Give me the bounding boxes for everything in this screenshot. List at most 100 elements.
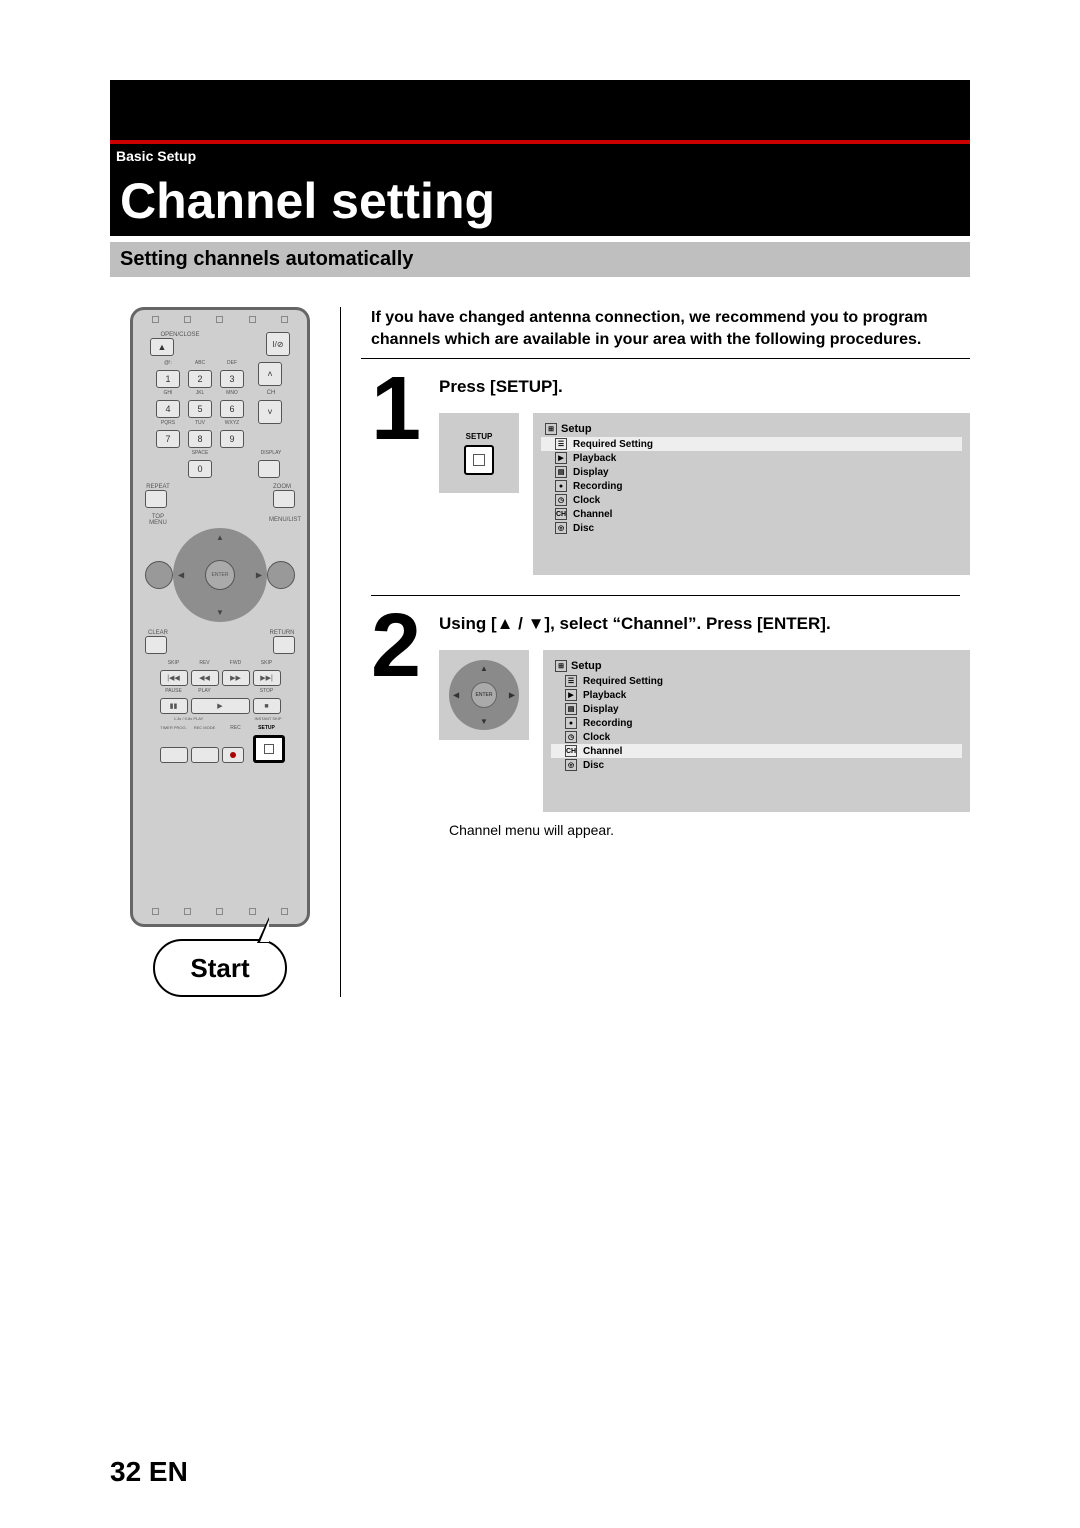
menu-item-disc: ◎Disc: [551, 758, 962, 772]
rec-mode-button[interactable]: [191, 747, 219, 763]
enter-mini-button: ENTER: [471, 682, 497, 708]
setup-button-illustration: SETUP: [439, 413, 519, 493]
menu-item-display: ▤Display: [551, 702, 962, 716]
menu-item-channel: CHChannel: [541, 507, 962, 521]
setup-mini-icon: [464, 445, 494, 475]
setup-header-icon: ⊞: [545, 423, 557, 435]
rec-icon: ●: [555, 480, 567, 492]
disc-icon: ◎: [555, 522, 567, 534]
menu-item-clock: ◷Clock: [551, 730, 962, 744]
step-1-title: Press [SETUP].: [439, 377, 970, 397]
ch-up-button[interactable]: ˄: [258, 362, 282, 386]
clear-button[interactable]: [145, 636, 167, 654]
clock-icon: ◷: [555, 494, 567, 506]
num-5-button[interactable]: 5: [188, 400, 212, 418]
stop-button[interactable]: ■: [253, 698, 281, 714]
num-3-button[interactable]: 3: [220, 370, 244, 388]
left-arrow-icon: ◀: [453, 691, 459, 700]
menu-item-channel-selected: CHChannel: [551, 744, 962, 758]
up-arrow-icon: ▲: [480, 664, 488, 673]
menu-item-playback: Playback: [551, 688, 962, 702]
num-9-button[interactable]: 9: [220, 430, 244, 448]
play-icon: [565, 689, 577, 701]
rec-button[interactable]: [222, 747, 244, 763]
skip-fwd-button[interactable]: ▶▶|: [253, 670, 281, 686]
step-2: 2 Using [▲ / ▼], select “Channel”. Press…: [361, 610, 970, 838]
ch-icon: CH: [555, 508, 567, 520]
num-8-button[interactable]: 8: [188, 430, 212, 448]
num-6-button[interactable]: 6: [220, 400, 244, 418]
return-button[interactable]: [273, 636, 295, 654]
pause-button[interactable]: ▮▮: [160, 698, 188, 714]
menu-item-required-setting: ☰Required Setting: [541, 437, 962, 451]
page-title: Channel setting: [110, 170, 970, 236]
up-arrow-icon: ▲: [216, 533, 224, 542]
fwd-button[interactable]: ▶▶: [222, 670, 250, 686]
setup-mini-label: SETUP: [466, 432, 493, 441]
zoom-button[interactable]: [273, 490, 295, 508]
remote-top-dots: [139, 316, 301, 326]
manual-page: Basic Setup Channel setting Setting chan…: [0, 0, 1080, 1528]
step-2-title: Using [▲ / ▼], select “Channel”. Press […: [439, 614, 970, 634]
menu-list-button[interactable]: [267, 561, 295, 589]
menu-list-label: MENU/LIST: [269, 517, 295, 523]
remote-bottom-dots: [139, 908, 301, 918]
page-subtitle: Setting channels automatically: [110, 242, 970, 277]
dpad[interactable]: ▲ ▼ ◀ ▶ ENTER: [173, 528, 267, 622]
number-pad-area: @!:ABCDEF 1 2 3 GHIJKLMNO 4 5 6 PQRSTUVW: [156, 360, 284, 478]
setup-menu-screenshot-1: ⊞Setup ☰Required Setting Playback ▤Displ…: [533, 413, 970, 575]
remote-control: OPEN/CLOSE ▲ I/⊘ @!:ABCDEF 1 2 3 GHIJKLM…: [130, 307, 310, 927]
play-button[interactable]: ▶: [191, 698, 250, 714]
top-menu-button[interactable]: [145, 561, 173, 589]
ch-label: CH: [258, 390, 284, 396]
step-2-number: 2: [361, 610, 431, 838]
num-0-button[interactable]: 0: [188, 460, 212, 478]
menu-item-clock: ◷Clock: [541, 493, 962, 507]
rec-icon: ●: [565, 717, 577, 729]
step-2-note: Channel menu will appear.: [449, 822, 970, 838]
display-icon: ▤: [565, 703, 577, 715]
num-1-button[interactable]: 1: [156, 370, 180, 388]
step-divider: [371, 595, 960, 596]
display-icon: ▤: [555, 466, 567, 478]
enter-button[interactable]: ENTER: [205, 560, 235, 590]
ch-down-button[interactable]: ˅: [258, 400, 282, 424]
play-icon: [555, 452, 567, 464]
step-1-number: 1: [361, 373, 431, 575]
num-7-button[interactable]: 7: [156, 430, 180, 448]
down-arrow-icon: ▼: [216, 608, 224, 617]
page-number: 32 EN: [110, 1456, 188, 1488]
right-arrow-icon: ▶: [256, 571, 262, 580]
right-arrow-icon: ▶: [509, 691, 515, 700]
display-button[interactable]: [258, 460, 280, 478]
menu-item-display: ▤Display: [541, 465, 962, 479]
menu-header-2: ⊞Setup: [551, 658, 962, 674]
menu-item-recording: ●Recording: [551, 716, 962, 730]
menu-item-playback: Playback: [541, 451, 962, 465]
power-button[interactable]: I/⊘: [266, 332, 290, 356]
intro-text: If you have changed antenna connection, …: [361, 307, 970, 359]
down-arrow-icon: ▼: [480, 717, 488, 726]
timer-prog-button[interactable]: [160, 747, 188, 763]
breadcrumb: Basic Setup: [110, 144, 970, 170]
rev-button[interactable]: ◀◀: [191, 670, 219, 686]
setup-menu-screenshot-2: ⊞Setup ☰Required Setting Playback ▤Displ…: [543, 650, 970, 812]
content-area: OPEN/CLOSE ▲ I/⊘ @!:ABCDEF 1 2 3 GHIJKLM…: [110, 307, 970, 997]
steps-column: If you have changed antenna connection, …: [361, 307, 970, 997]
clock-icon: ◷: [565, 731, 577, 743]
display-label: DISPLAY: [258, 450, 284, 456]
dpad-illustration: ▲ ▼ ◀ ▶ ENTER: [439, 650, 529, 740]
repeat-button[interactable]: [145, 490, 167, 508]
top-menu-label: TOP MENU: [145, 514, 171, 526]
menu-item-required-setting: ☰Required Setting: [551, 674, 962, 688]
num-2-button[interactable]: 2: [188, 370, 212, 388]
num-4-button[interactable]: 4: [156, 400, 180, 418]
callout-tail-icon: [257, 917, 269, 943]
skip-back-button[interactable]: |◀◀: [160, 670, 188, 686]
setup-header-icon: ⊞: [555, 660, 567, 672]
start-callout: Start: [153, 939, 287, 997]
setup-button-highlighted[interactable]: [253, 735, 285, 763]
eject-button[interactable]: ▲: [150, 338, 174, 356]
list-icon: ☰: [565, 675, 577, 687]
header-black-bar: [110, 80, 970, 140]
